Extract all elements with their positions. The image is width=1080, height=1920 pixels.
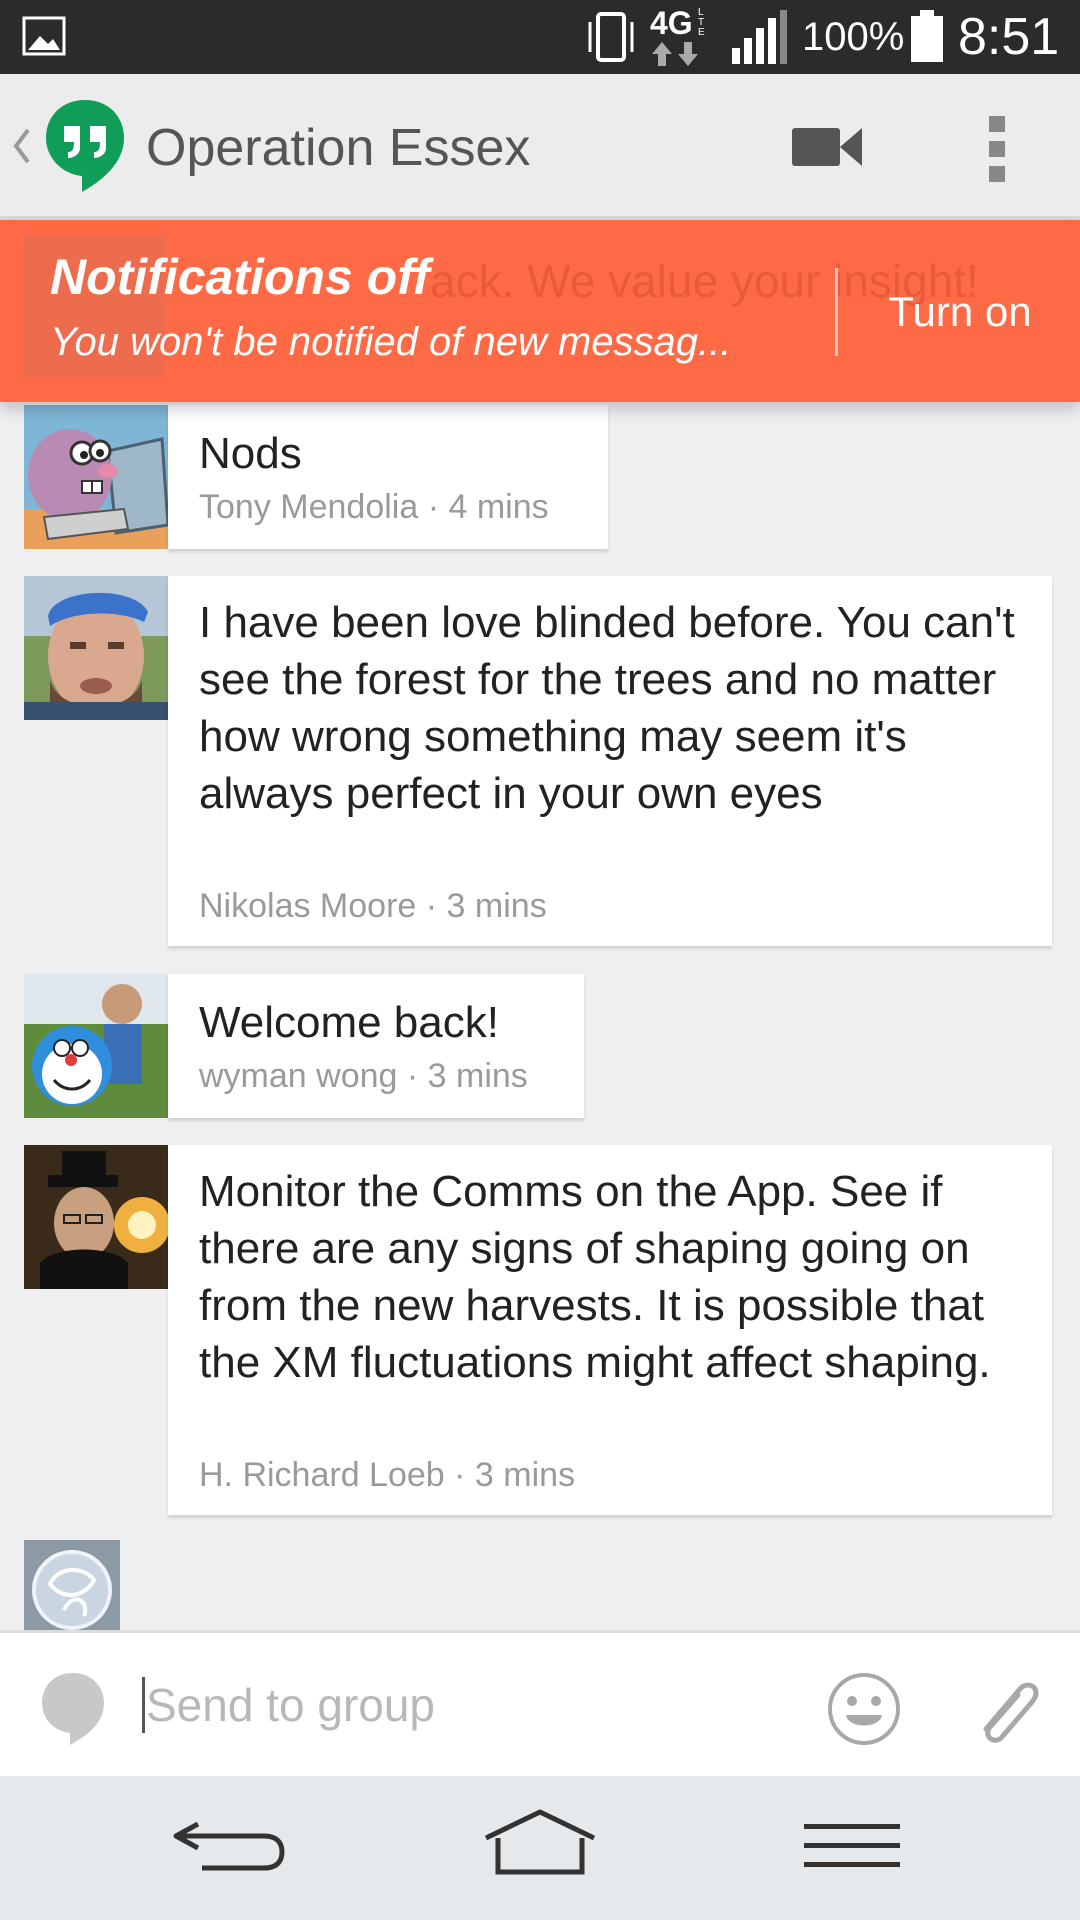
emoji-icon[interactable] <box>826 1671 902 1747</box>
avatar-h-richard-loeb[interactable] <box>24 1145 168 1289</box>
message-meta: Nikolas Moore · 3 mins <box>199 886 547 926</box>
meta-separator: · <box>406 1057 419 1095</box>
attach-icon[interactable] <box>974 1669 1044 1745</box>
message-text: I have been love blinded before. You can… <box>199 598 1015 818</box>
message-meta: wyman wong · 3 mins <box>199 1056 528 1096</box>
nav-menu-icon[interactable] <box>804 1822 900 1870</box>
message-input[interactable] <box>146 1673 786 1737</box>
avatar-partial[interactable] <box>24 1540 120 1630</box>
message-author: Tony Mendolia <box>199 488 419 526</box>
banner-title: Notifications off <box>50 249 430 305</box>
meta-separator: · <box>425 887 438 925</box>
notifications-off-banner: ack. We value your insight! Notification… <box>0 220 1080 402</box>
avatar-nikolas-moore[interactable] <box>24 576 168 720</box>
message-time: 3 mins <box>446 887 547 925</box>
message-bubble[interactable]: I have been love blinded before. You can… <box>168 576 1052 946</box>
mole-avatar-icon <box>24 405 168 549</box>
meta-separator: · <box>427 488 440 526</box>
message-text: Monitor the Comms on the App. See if the… <box>199 1167 991 1387</box>
message-author: Nikolas Moore <box>199 887 417 925</box>
chat-bubble-icon[interactable] <box>40 1671 106 1747</box>
nav-back-icon[interactable] <box>172 1814 286 1874</box>
message-text: Welcome back! <box>199 998 499 1047</box>
message-author: wyman wong <box>199 1057 398 1095</box>
person-photo-icon <box>24 576 168 720</box>
message-author: H. Richard Loeb <box>199 1456 445 1494</box>
avatar-wyman-wong[interactable] <box>24 974 168 1118</box>
meta-separator: · <box>454 1456 466 1494</box>
system-nav-bar <box>0 1776 1080 1920</box>
message-meta: H. Richard Loeb · 3 mins <box>199 1455 575 1495</box>
banner-subtitle: You won't be notified of new messag... <box>50 320 732 364</box>
message-bubble[interactable]: Monitor the Comms on the App. See if the… <box>168 1145 1052 1515</box>
message-bubble[interactable]: Nods Tony Mendolia · 4 mins <box>168 405 608 549</box>
message-time: 3 mins <box>427 1057 528 1095</box>
compose-bar <box>0 1630 1080 1779</box>
person-photo-icon <box>24 1145 168 1289</box>
message-text: Nods <box>199 429 302 478</box>
avatar-tony-mendolia[interactable] <box>24 405 168 549</box>
message-meta: Tony Mendolia · 4 mins <box>199 487 549 527</box>
message-time: 3 mins <box>474 1456 576 1494</box>
logo-avatar-icon <box>24 1540 120 1630</box>
nav-home-icon[interactable] <box>480 1808 600 1876</box>
message-bubble[interactable]: Welcome back! wyman wong · 3 mins <box>168 974 584 1118</box>
turn-on-button[interactable]: Turn on <box>858 282 1062 342</box>
message-time: 4 mins <box>448 488 549 526</box>
text-cursor <box>142 1677 145 1733</box>
person-photo-icon <box>24 974 168 1118</box>
banner-divider <box>835 268 838 356</box>
